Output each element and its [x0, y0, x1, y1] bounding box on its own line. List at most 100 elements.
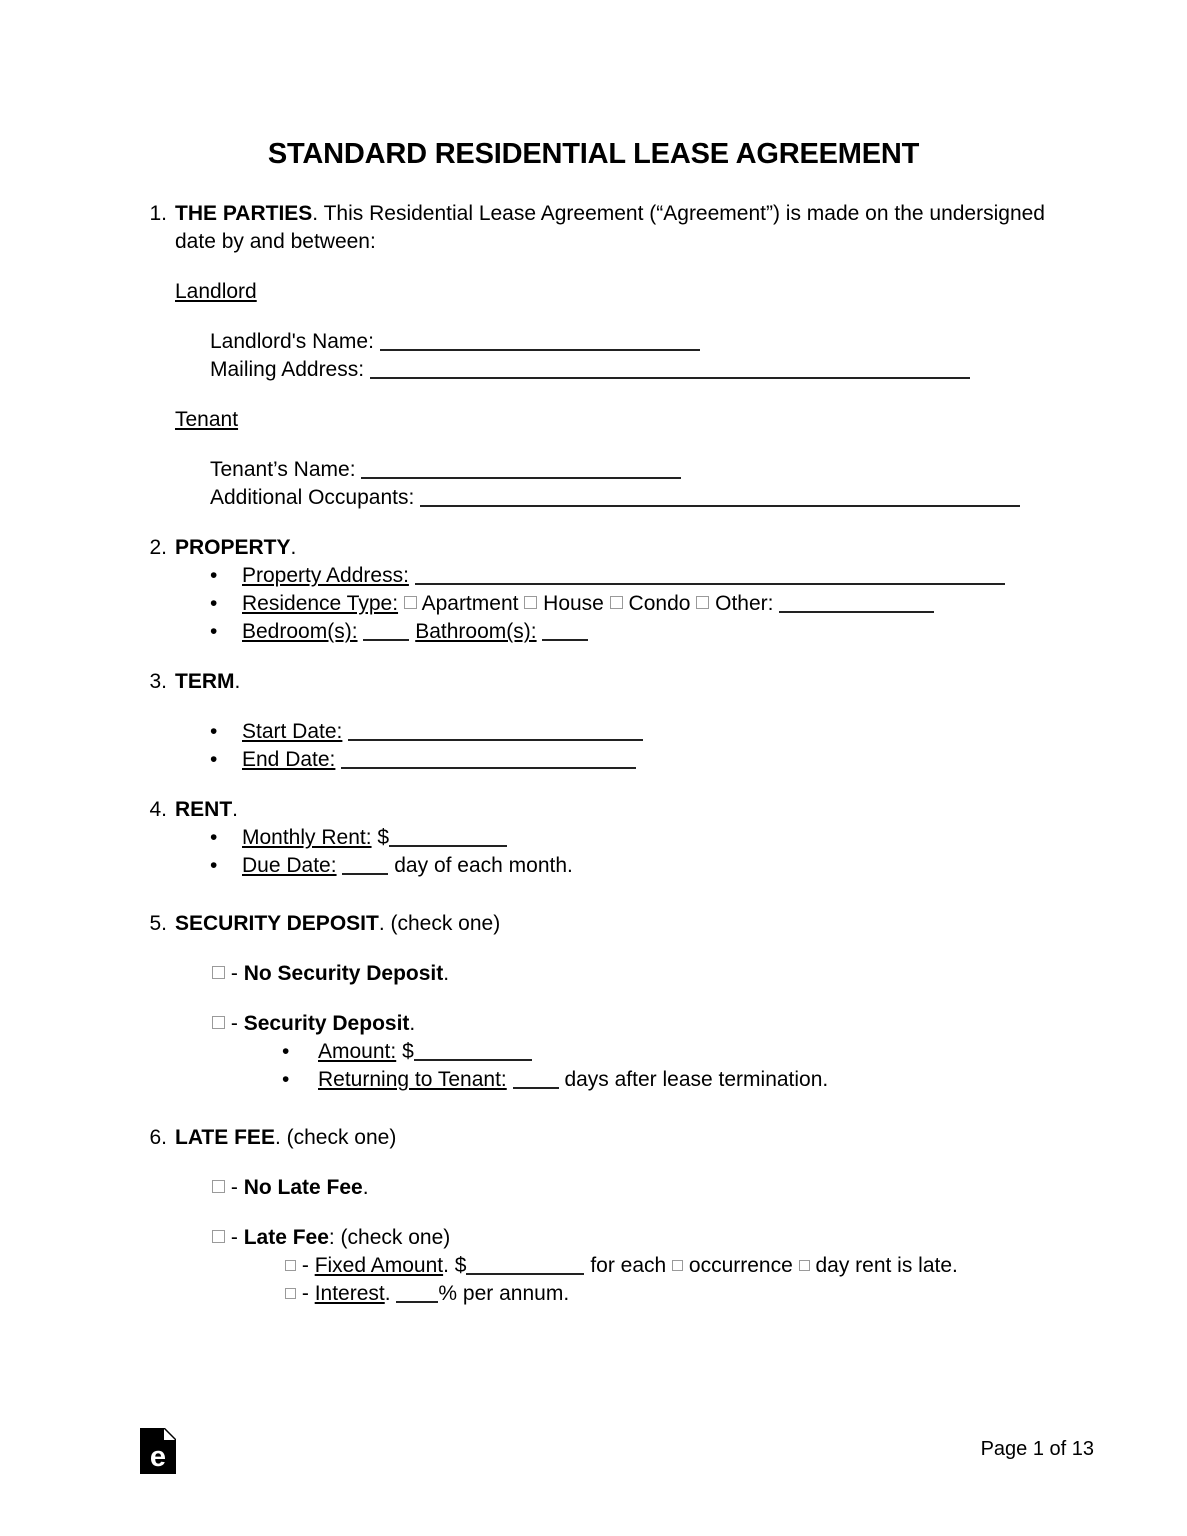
late-fee-interest-suffix: % per annum. — [438, 1282, 570, 1305]
late-fee-fixed-row: - Fixed Amount. $ for each occurrence da… — [140, 1252, 1060, 1280]
due-date-row: • Due Date: day of each month. — [140, 852, 1060, 880]
bathrooms-input[interactable] — [542, 622, 589, 641]
landlord-name-input[interactable] — [379, 332, 700, 351]
residence-type-row: • Residence Type: Apartment House Condo … — [140, 590, 1060, 618]
monthly-rent-input[interactable] — [389, 828, 508, 847]
residence-option-house-label: House — [543, 592, 604, 615]
section-heading-1: THE PARTIES — [175, 202, 313, 225]
late-fee-fixed-currency: $ — [454, 1254, 467, 1277]
late-fee-yes-suffix: : (check one) — [328, 1226, 451, 1249]
checkbox-no-late-fee[interactable] — [212, 1180, 225, 1193]
section-heading-6: LATE FEE — [175, 1126, 275, 1149]
section-property: 2. PROPERTY. — [140, 534, 1060, 562]
section-security-deposit: 5. SECURITY DEPOSIT. (check one) — [140, 910, 1060, 938]
security-deposit-return-input[interactable] — [512, 1070, 559, 1089]
period: . — [409, 1012, 416, 1035]
dash: - — [230, 1012, 238, 1035]
start-date-row: • Start Date: — [140, 718, 1060, 746]
bullet-icon: • — [210, 564, 218, 587]
section-number-5: 5. — [149, 912, 167, 935]
landlord-group-label: Landlord — [175, 280, 257, 303]
tenant-name-input[interactable] — [361, 460, 682, 479]
section-heading-rest-2: . — [290, 536, 297, 559]
bedrooms-bathrooms-row: • Bedroom(s): Bathroom(s): — [140, 618, 1060, 646]
start-date-input[interactable] — [348, 722, 644, 741]
bathrooms-label: Bathroom(s): — [415, 620, 537, 643]
residence-other-input[interactable] — [779, 594, 935, 613]
late-fee-fixed-input[interactable] — [466, 1256, 585, 1275]
eforms-logo-icon: e — [140, 1427, 177, 1474]
tenant-occupants-label: Additional Occupants: — [210, 486, 415, 509]
section-the-parties: 1. THE PARTIES. This Residential Lease A… — [140, 200, 1060, 256]
section-heading-rest-4: . — [232, 798, 239, 821]
landlord-address-input[interactable] — [369, 360, 970, 379]
landlord-address-label: Mailing Address: — [210, 358, 365, 381]
end-date-row: • End Date: — [140, 746, 1060, 774]
due-date-suffix: day of each month. — [394, 854, 573, 877]
section-heading-rest-6: . (check one) — [274, 1126, 397, 1149]
late-fee-occurrence-label: occurrence — [688, 1254, 793, 1277]
checkbox-security-deposit[interactable] — [212, 1016, 225, 1029]
checkbox-apartment[interactable] — [403, 596, 417, 609]
late-fee-interest-input[interactable] — [396, 1284, 439, 1303]
security-deposit-yes-row[interactable]: - Security Deposit. — [140, 1010, 1060, 1038]
page-title: STANDARD RESIDENTIAL LEASE AGREEMENT — [267, 138, 920, 170]
period: . — [384, 1282, 391, 1305]
period: . — [443, 1254, 449, 1277]
late-fee-none-label: No Late Fee — [243, 1176, 363, 1199]
bullet-icon: • — [282, 1040, 290, 1063]
late-fee-none-row[interactable]: - No Late Fee. — [140, 1174, 1060, 1202]
late-fee-interest-label: Interest — [314, 1282, 385, 1305]
checkbox-no-security-deposit[interactable] — [212, 966, 225, 979]
section-number-4: 4. — [149, 798, 167, 821]
checkbox-occurrence[interactable] — [672, 1260, 684, 1271]
bullet-icon: • — [210, 720, 218, 743]
bedrooms-input[interactable] — [363, 622, 410, 641]
security-deposit-amount-row: • Amount: $ — [140, 1038, 1060, 1066]
checkbox-house[interactable] — [524, 596, 538, 609]
monthly-rent-row: • Monthly Rent: $ — [140, 824, 1060, 852]
checkbox-interest[interactable] — [285, 1288, 296, 1299]
security-deposit-amount-label: Amount: — [318, 1040, 397, 1063]
section-heading-5: SECURITY DEPOSIT — [175, 912, 379, 935]
monthly-rent-label: Monthly Rent: — [242, 826, 372, 849]
checkbox-late-fee[interactable] — [212, 1230, 225, 1243]
end-date-input[interactable] — [341, 750, 637, 769]
tenant-occupants-input[interactable] — [420, 488, 1021, 507]
residence-option-condo-label: Condo — [628, 592, 691, 615]
property-address-label: Property Address: — [242, 564, 409, 587]
property-address-input[interactable] — [414, 566, 1005, 585]
residence-other-label: Other: — [715, 592, 774, 615]
late-fee-yes-label: Late Fee — [243, 1226, 329, 1249]
security-deposit-return-row: • Returning to Tenant: days after lease … — [140, 1066, 1060, 1094]
period: . — [362, 1176, 369, 1199]
landlord-name-label: Landlord's Name: — [210, 330, 374, 353]
tenant-occupants-row: Additional Occupants: — [140, 484, 1060, 512]
section-number-6: 6. — [149, 1126, 167, 1149]
bullet-icon: • — [210, 854, 218, 877]
checkbox-fixed-amount[interactable] — [285, 1260, 296, 1271]
section-heading-2: PROPERTY — [175, 536, 291, 559]
late-fee-yes-row[interactable]: - Late Fee: (check one) — [140, 1224, 1060, 1252]
tenant-name-label: Tenant’s Name: — [210, 458, 356, 481]
checkbox-condo[interactable] — [609, 596, 623, 609]
checkbox-day-rent-is-late[interactable] — [798, 1260, 810, 1271]
security-deposit-return-suffix: days after lease termination. — [564, 1068, 829, 1091]
security-deposit-amount-input[interactable] — [413, 1042, 532, 1061]
section-late-fee: 6. LATE FEE. (check one) — [140, 1124, 1060, 1152]
tenant-group: Tenant — [140, 406, 1060, 434]
late-fee-day-label: day rent is late. — [815, 1254, 958, 1277]
due-date-input[interactable] — [342, 856, 389, 875]
security-deposit-none-label: No Security Deposit — [243, 962, 444, 985]
security-deposit-none-row[interactable]: - No Security Deposit. — [140, 960, 1060, 988]
tenant-name-row: Tenant’s Name: — [140, 456, 1060, 484]
dash: - — [230, 1226, 238, 1249]
checkbox-other[interactable] — [696, 596, 710, 609]
